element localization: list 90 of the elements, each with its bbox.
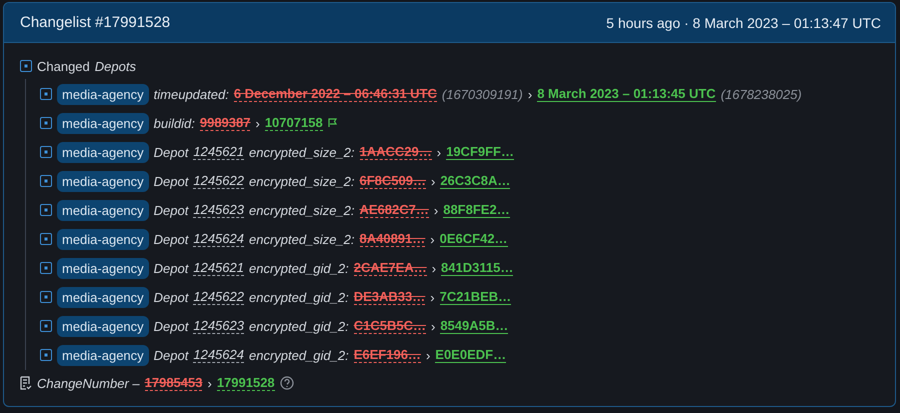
- depot-label: Depot: [154, 318, 188, 334]
- flag-icon[interactable]: [328, 118, 338, 128]
- app-tag[interactable]: media-agency: [57, 286, 149, 308]
- new-value: 8 March 2023 – 01:13:45 UTC: [537, 86, 716, 102]
- app-tag[interactable]: media-agency: [57, 316, 149, 336]
- depot-label: Depot: [154, 232, 188, 246]
- expand-icon[interactable]: [40, 88, 52, 100]
- app-tag[interactable]: media-agency: [57, 344, 149, 366]
- field-key: encrypted_gid_2:: [248, 260, 349, 276]
- arrow-separator: ›: [255, 116, 260, 130]
- arrow-separator: ›: [426, 348, 430, 362]
- changelist-title: Changelist #17991528: [20, 14, 170, 31]
- field-key: encrypted_gid_2:: [248, 318, 349, 334]
- field-key: encrypted_size_2:: [248, 202, 354, 218]
- new-value: 10707158: [264, 115, 323, 131]
- field-key: encrypted_size_2:: [248, 144, 354, 160]
- depot-id-link[interactable]: 1245623: [193, 202, 244, 218]
- old-value: C1C5B5C…: [354, 318, 426, 334]
- app-tag[interactable]: media-agency: [57, 200, 149, 220]
- arrow-separator: ›: [207, 376, 212, 390]
- help-icon[interactable]: [280, 376, 294, 390]
- app-tag[interactable]: media-agency: [57, 142, 149, 162]
- app-tag[interactable]: media-agency: [57, 170, 149, 192]
- old-value: 8A40891…: [360, 231, 426, 247]
- arrow-separator: ›: [430, 318, 436, 334]
- expand-icon[interactable]: [40, 349, 52, 361]
- expand-icon[interactable]: [20, 60, 32, 72]
- field-key: encrypted_gid_2:: [248, 290, 349, 304]
- depot-label: Depot: [154, 174, 188, 188]
- arrow-separator: ›: [434, 202, 438, 218]
- depot-id-link[interactable]: 1245621: [193, 144, 244, 160]
- expand-icon[interactable]: [40, 175, 52, 187]
- arrow-separator: ›: [528, 86, 532, 102]
- old-value: 17985453: [144, 375, 202, 391]
- expand-icon[interactable]: [40, 204, 52, 216]
- new-value[interactable]: E0E0EDF…: [435, 347, 506, 363]
- old-value: 6 December 2022 – 06:46:31 UTC: [234, 86, 437, 102]
- old-value: 6F8C509…: [360, 173, 426, 189]
- old-value: 1AACC29…: [360, 144, 432, 160]
- expand-icon[interactable]: [40, 146, 52, 158]
- timestamp: 5 hours ago · 8 March 2023 – 01:13:47 UTC: [606, 14, 881, 30]
- depot-id-link[interactable]: 1245624: [193, 231, 244, 247]
- new-value[interactable]: 8549A5B…: [440, 318, 508, 334]
- app-tag[interactable]: media-agency: [57, 258, 149, 278]
- new-value[interactable]: 0E6CF42…: [440, 231, 508, 247]
- app-tag[interactable]: media-agency: [57, 228, 149, 250]
- field-key: encrypted_size_2:: [248, 174, 354, 188]
- new-value[interactable]: 88F8FE2…: [443, 202, 510, 218]
- document-check-icon: [20, 376, 32, 390]
- arrow-separator: ›: [430, 232, 435, 246]
- new-value[interactable]: 7C21BEB…: [440, 289, 512, 305]
- arrow-separator: ›: [436, 144, 442, 160]
- arrow-separator: ›: [430, 174, 436, 188]
- old-value: 9989387: [200, 115, 250, 131]
- old-value: DE3AB33…: [354, 289, 426, 305]
- field-key: encrypted_size_2:: [248, 232, 354, 246]
- change-number-label: ChangeNumber –: [37, 376, 140, 390]
- expand-icon[interactable]: [40, 233, 52, 245]
- field-key: timeupdated:: [154, 86, 229, 102]
- depot-label: Depot: [154, 348, 188, 362]
- depot-label: Depot: [154, 202, 188, 218]
- section-label: Changed: [37, 58, 90, 74]
- depot-label: Depot: [154, 144, 188, 160]
- old-value: 2CAE7EA…: [354, 260, 427, 276]
- app-tag[interactable]: media-agency: [57, 84, 149, 104]
- expand-icon[interactable]: [40, 291, 52, 303]
- section-label-emphasis: Depots: [94, 58, 136, 74]
- new-value[interactable]: 841D3115…: [441, 260, 514, 276]
- app-tag[interactable]: media-agency: [57, 112, 149, 134]
- depot-id-link[interactable]: 1245621: [193, 260, 244, 276]
- new-timestamp: (1678238025): [720, 86, 802, 102]
- depot-label: Depot: [154, 260, 188, 276]
- expand-icon[interactable]: [40, 320, 52, 332]
- old-value: E6EF196…: [354, 347, 421, 363]
- new-value[interactable]: 26C3C8A…: [440, 173, 510, 189]
- new-value: 17991528: [216, 375, 275, 391]
- depot-id-link[interactable]: 1245622: [193, 173, 244, 189]
- field-key: buildid:: [154, 116, 195, 130]
- old-timestamp: (1670309191): [442, 86, 523, 102]
- expand-icon[interactable]: [40, 117, 52, 129]
- arrow-separator: ›: [430, 290, 435, 304]
- depot-label: Depot: [154, 290, 188, 304]
- arrow-separator: ›: [432, 260, 436, 276]
- depot-id-link[interactable]: 1245622: [193, 289, 244, 305]
- depot-id-link[interactable]: 1245624: [193, 347, 244, 363]
- depot-id-link[interactable]: 1245623: [193, 318, 244, 334]
- new-value[interactable]: 19CF9FF…: [446, 144, 514, 160]
- expand-icon[interactable]: [40, 262, 52, 274]
- field-key: encrypted_gid_2:: [248, 348, 349, 362]
- old-value: AE682C7…: [360, 202, 429, 218]
